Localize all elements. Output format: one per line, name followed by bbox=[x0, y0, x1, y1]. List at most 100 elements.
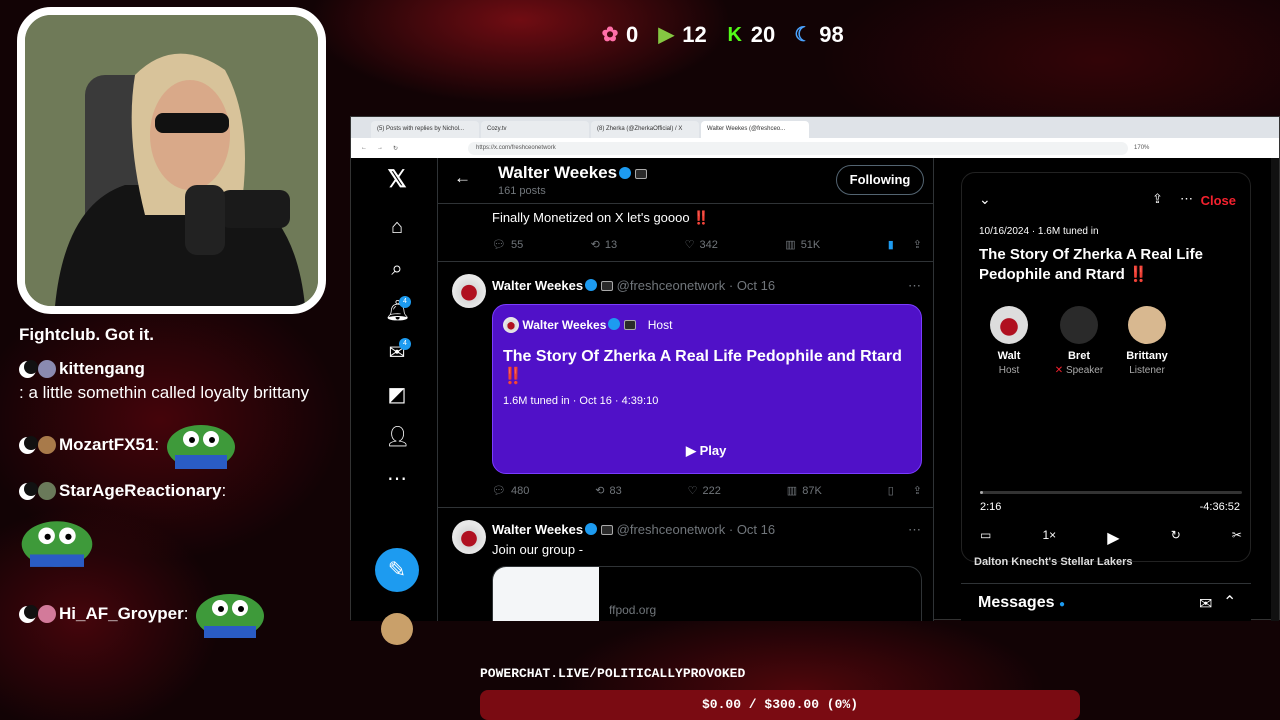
post-button[interactable]: ✎ bbox=[375, 548, 419, 592]
more-options-icon[interactable]: ⋯ bbox=[908, 278, 921, 294]
share-icon[interactable]: ⇪ bbox=[913, 484, 922, 497]
following-button[interactable]: Following bbox=[836, 165, 924, 195]
more-options-icon[interactable]: ⋯ bbox=[1180, 191, 1193, 207]
bar-chart-icon: ▥ bbox=[785, 239, 796, 251]
post-text: Join our group - bbox=[492, 542, 584, 557]
speaker-name: Walt bbox=[997, 350, 1021, 362]
trending-item[interactable]: Dalton Knecht's Stellar Lakers bbox=[974, 556, 1133, 568]
views-button[interactable]: ▥ 87K bbox=[787, 484, 822, 498]
repost-button[interactable]: ⟲ 83 bbox=[595, 484, 621, 498]
repost-button[interactable]: ⟲ 13 bbox=[590, 238, 618, 252]
rumble-icon: ▶ bbox=[658, 24, 674, 46]
browser-tab[interactable]: Cozy.tv bbox=[481, 121, 589, 138]
elapsed-time: 2:16 bbox=[980, 501, 1002, 513]
reply-button[interactable]: 💬︎ 55 bbox=[492, 238, 523, 252]
captions-icon[interactable]: ▭ bbox=[980, 528, 991, 548]
user-avatar bbox=[38, 605, 56, 623]
affiliate-badge-icon bbox=[601, 525, 614, 535]
post-header: Walter Weekes @freshceonetwork · Oct 16 bbox=[492, 522, 775, 537]
chat-message: MozartFX51 : bbox=[19, 419, 339, 471]
browser-tab-active[interactable]: Walter Weekes (@freshceo... bbox=[701, 121, 809, 138]
chat-panel: Fightclub. Got it. kittengang : a little… bbox=[19, 320, 339, 640]
reload-icon[interactable]: ↻ bbox=[393, 145, 398, 152]
space-title: The Story Of Zherka A Real Life Pedophil… bbox=[503, 348, 902, 385]
link-card[interactable]: ffpod.org bbox=[492, 566, 922, 621]
account-avatar[interactable] bbox=[381, 613, 413, 645]
search-icon[interactable]: ⌕ bbox=[385, 257, 409, 281]
author-avatar[interactable] bbox=[452, 520, 486, 554]
user-avatar bbox=[38, 360, 56, 378]
author-name[interactable]: Walter Weekes bbox=[492, 522, 583, 537]
donation-goal-bar: $0.00 / $300.00 (0%) bbox=[480, 690, 1080, 720]
author-avatar[interactable] bbox=[452, 274, 486, 308]
more-circle-icon[interactable]: ⋯ bbox=[385, 467, 409, 491]
speaker-card[interactable]: Walt Host bbox=[974, 306, 1044, 376]
verified-icon bbox=[619, 167, 632, 179]
play-icon[interactable]: ▶ bbox=[1107, 528, 1119, 548]
repost-count: 13 bbox=[604, 238, 618, 251]
counter-rumble-value: 12 bbox=[682, 22, 707, 47]
counter-kick: K 20 bbox=[723, 22, 776, 48]
browser-tab[interactable]: (8) Zherka (@ZherkaOfficial) / X bbox=[591, 121, 699, 138]
pepe-emote-icon bbox=[167, 425, 236, 469]
verified-icon bbox=[585, 523, 598, 535]
muted-mic-icon: ✕ bbox=[1054, 365, 1064, 376]
post-item[interactable]: Walter Weekes @freshceonetwork · Oct 16 … bbox=[438, 508, 933, 621]
reply-count: 480 bbox=[510, 484, 530, 497]
bookmark-button[interactable]: ▯ ⇪ bbox=[888, 484, 922, 497]
messages-label: Messages bbox=[978, 594, 1055, 611]
reply-icon: 💬︎ bbox=[492, 485, 506, 497]
speaker-card[interactable]: Bret ✕ Speaker bbox=[1044, 306, 1114, 376]
bookmark-button[interactable]: ▮ ⇪ bbox=[888, 238, 922, 251]
space-card[interactable]: Walter Weekes Host The Story Of Zherka A… bbox=[492, 304, 922, 474]
playback-progress[interactable] bbox=[980, 491, 1242, 494]
share-icon[interactable]: ⇪ bbox=[1152, 191, 1163, 207]
like-button[interactable]: ♡ 222 bbox=[688, 484, 721, 498]
post-date: · Oct 16 bbox=[728, 522, 776, 537]
feather-icon: ✎ bbox=[387, 557, 407, 582]
post-header: Walter Weekes @freshceonetwork · Oct 16 bbox=[492, 278, 775, 293]
host-avatar bbox=[503, 317, 519, 333]
moon-badge-icon bbox=[19, 435, 38, 454]
messages-drawer[interactable]: Messages ● ✉ ⌃ bbox=[961, 583, 1251, 621]
play-icon: ▶ bbox=[686, 443, 696, 458]
collapse-chevron-icon[interactable]: ⌄ bbox=[979, 191, 991, 208]
post-item[interactable]: Walter Weekes @freshceonetwork · Oct 16 … bbox=[438, 262, 933, 508]
like-button[interactable]: ♡ 342 bbox=[685, 238, 718, 252]
chat-text: : bbox=[154, 435, 160, 454]
speed-button[interactable]: 1× bbox=[1042, 528, 1056, 548]
speaker-avatar bbox=[990, 306, 1028, 344]
share-icon[interactable]: ⇪ bbox=[913, 238, 922, 251]
pepe-emote-icon bbox=[196, 594, 265, 638]
zoom-level[interactable]: 170% bbox=[1134, 145, 1149, 151]
browser-tab[interactable]: (5) Posts with replies by Nichol... bbox=[371, 121, 479, 138]
post-count: 161 posts bbox=[498, 185, 546, 197]
repost-icon: ⟲ bbox=[590, 239, 600, 251]
home-icon[interactable]: ⌂ bbox=[385, 215, 409, 239]
back-arrow-icon[interactable]: ← bbox=[361, 145, 367, 151]
space-play-button[interactable]: ▶ Play bbox=[686, 443, 726, 459]
clip-scissors-icon[interactable]: ✂ bbox=[1232, 528, 1242, 548]
playback-controls: ▭ 1× ▶ ↻ ✂ bbox=[980, 528, 1242, 548]
views-button[interactable]: ▥ 51K bbox=[785, 238, 820, 252]
x-logo-icon[interactable]: 𝕏 bbox=[385, 168, 409, 192]
profile-icon[interactable]: 👤︎ bbox=[385, 425, 410, 449]
grok-icon[interactable]: ◩ bbox=[385, 383, 409, 407]
reply-button[interactable]: 💬︎ 480 bbox=[492, 484, 530, 498]
back-arrow-icon[interactable]: ← bbox=[454, 168, 471, 188]
forward-arrow-icon[interactable]: → bbox=[377, 145, 383, 151]
profile-header: ← Walter Weekes 161 posts Following bbox=[438, 158, 933, 204]
author-name[interactable]: Walter Weekes bbox=[492, 278, 583, 293]
skip-forward-icon[interactable]: ↻ bbox=[1171, 528, 1181, 548]
speaker-name: Bret bbox=[1067, 350, 1090, 362]
post-date: · Oct 16 bbox=[728, 278, 776, 293]
view-count: 87K bbox=[802, 484, 822, 497]
url-field[interactable]: https://x.com/freshceonetwork bbox=[468, 141, 1129, 155]
new-message-icon[interactable]: ✉ bbox=[1199, 594, 1212, 614]
space-player-panel: ⌄ ⇪ ⋯ Close 10/16/2024 · 1.6M tuned in T… bbox=[961, 172, 1251, 562]
close-button[interactable]: Close bbox=[1201, 193, 1236, 208]
page-scrollbar[interactable] bbox=[1271, 158, 1279, 621]
more-options-icon[interactable]: ⋯ bbox=[908, 522, 921, 538]
speaker-card[interactable]: Brittany Listener bbox=[1112, 306, 1182, 376]
expand-chevron-icon[interactable]: ⌃ bbox=[1223, 592, 1236, 612]
